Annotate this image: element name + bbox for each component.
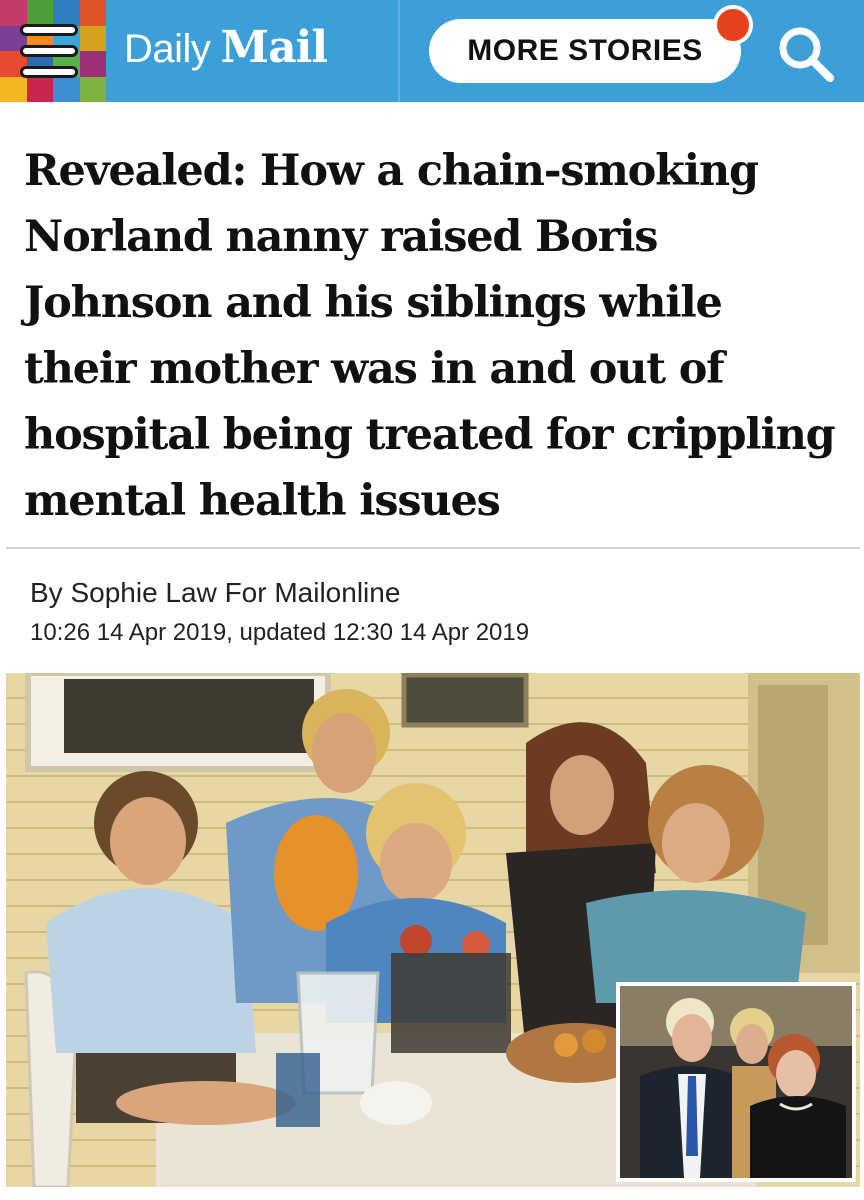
- logo-mail-text: Mail: [220, 22, 328, 73]
- top-navigation-bar: Daily Mail MORE STORIES: [0, 0, 864, 102]
- headline-divider: [6, 547, 860, 549]
- notification-dot: [713, 5, 753, 45]
- article-timestamp: 10:26 14 Apr 2019, updated 12:30 14 Apr …: [30, 619, 530, 646]
- hamburger-menu-icon[interactable]: [20, 24, 78, 78]
- mosaic-tile: [79, 76, 106, 102]
- daily-mail-logo[interactable]: Daily Mail: [124, 22, 328, 80]
- logo-daily-text: Daily: [124, 27, 211, 71]
- header-divider: [398, 0, 400, 102]
- article-byline: By Sophie Law For Mailonline: [30, 577, 401, 608]
- mosaic-tile: [79, 25, 106, 51]
- mosaic-tile: [53, 0, 80, 26]
- inset-photo[interactable]: [616, 982, 856, 1182]
- mosaic-tile: [79, 51, 106, 77]
- search-icon[interactable]: [776, 24, 836, 84]
- mosaic-tile: [26, 0, 53, 26]
- mosaic-tile: [0, 76, 27, 102]
- article-headline: Revealed: How a chain-smoking Norland na…: [24, 146, 836, 526]
- mosaic-tile: [79, 0, 106, 26]
- mosaic-tile: [26, 76, 53, 102]
- mosaic-tile: [53, 76, 80, 102]
- more-stories-button[interactable]: MORE STORIES: [429, 19, 741, 83]
- mosaic-tile: [0, 0, 27, 26]
